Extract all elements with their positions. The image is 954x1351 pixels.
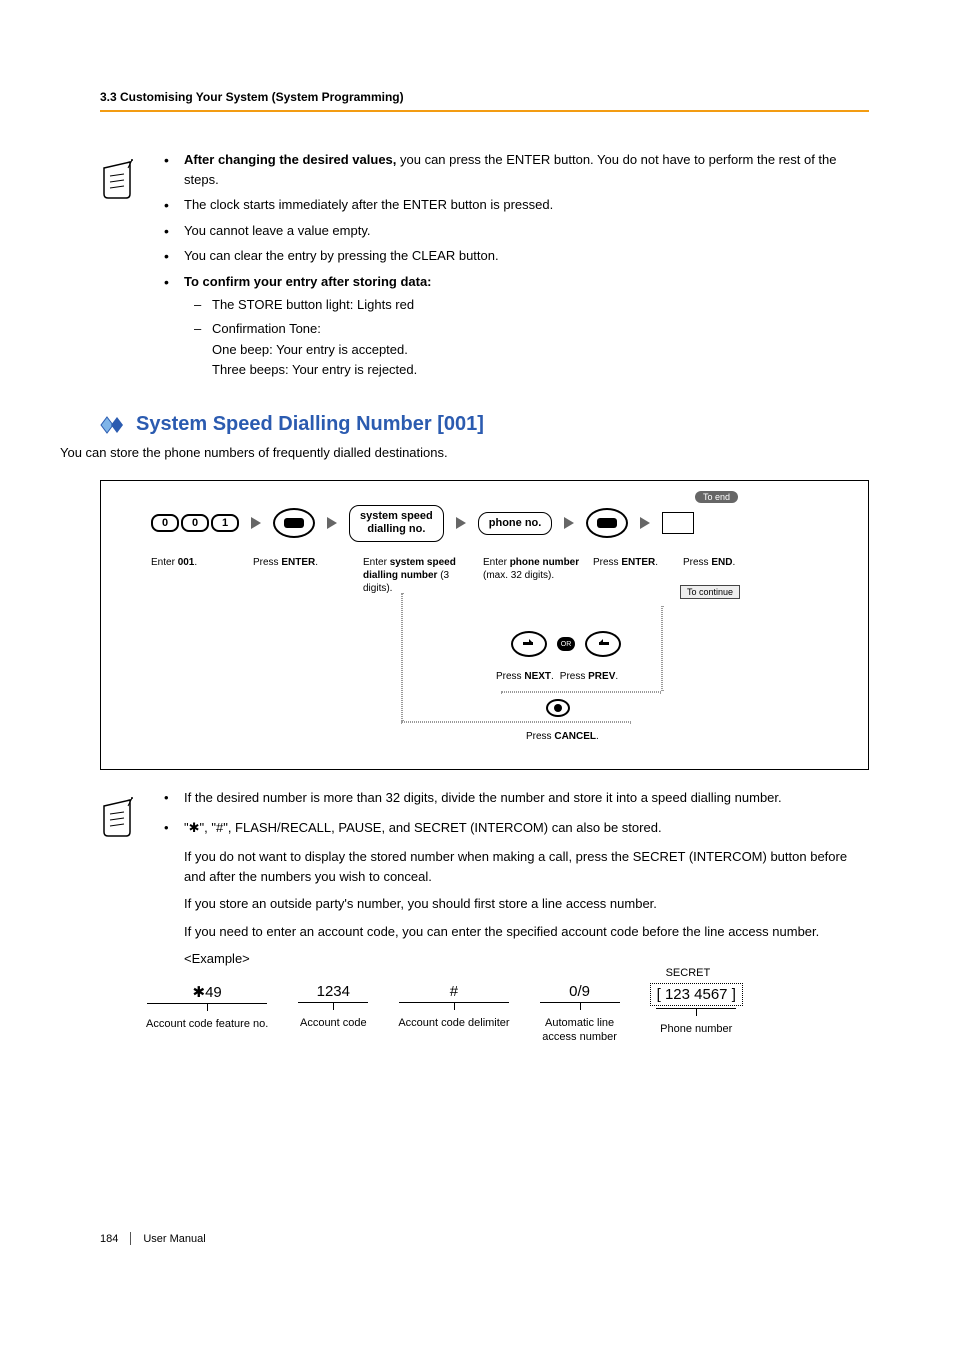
note2-para2: If you store an outside party's number, … [156,894,869,914]
heading-diamond-icon [100,416,128,434]
end-box [662,512,694,534]
ex-label-1: Account code feature no. [146,1017,268,1031]
notes-block-1: After changing the desired values, you c… [156,150,869,385]
caption-enter-phone: Enter phone number(max. 32 digits). [483,556,583,595]
to-continue-label: To continue [680,585,740,599]
ex-val-4: 0/9 [569,983,590,1000]
ex-val-3: # [450,983,458,1000]
page-number: 184 [100,1233,118,1245]
note-icon [100,792,140,840]
footer-manual-label: User Manual [143,1233,205,1245]
ex-val-2: 1234 [317,983,350,1000]
phone-key-0a: 0 [151,514,179,532]
phone-key-1: 1 [211,514,239,532]
caption-press-next: Press NEXT. [496,671,554,682]
page-header-section: 3.3 Customising Your System (System Prog… [100,90,869,104]
note2-item1: If the desired number is more than 32 di… [156,788,869,808]
flow-diagram: To end To continue 0 0 1 system speeddia… [100,480,869,770]
section-intro: You can store the phone numbers of frequ… [60,444,869,462]
arrow-icon [327,517,337,529]
note1-sub1: The STORE button light: Lights red [184,295,869,315]
arrow-icon [640,517,650,529]
note1-item3: You cannot leave a value empty. [156,221,869,241]
enter-button-icon [273,508,315,538]
section-heading: System Speed Dialling Number [001] [136,413,484,436]
note2-para1: If you do not want to display the stored… [156,847,869,886]
ex-label-5: Phone number [660,1022,732,1036]
note1-item2: The clock starts immediately after the E… [156,195,869,215]
flow-box-ssd: system speeddialling no. [349,505,444,541]
caption-enter-001: Enter 001. [151,556,243,595]
note2-item2: "✱", "#", FLASH/RECALL, PAUSE, and SECRE… [156,818,869,838]
arrow-icon [564,517,574,529]
to-end-label: To end [695,491,738,503]
secret-box: [ 123 4567 ] [650,983,743,1006]
note1-item1: After changing the desired values, you c… [156,150,869,189]
flow-box-phone: phone no. [478,512,553,535]
keypad-001: 0 0 1 [151,514,239,532]
or-badge: OR [557,637,575,651]
ex-val-1: ✱49 [193,983,222,1001]
note2-para3: If you need to enter an account code, yo… [156,922,869,942]
note1-sub2b: Three beeps: Your entry is rejected. [212,360,869,380]
note1-sub2a: One beep: Your entry is accepted. [212,340,869,360]
next-button-icon [511,631,547,657]
notes-block-2: If the desired number is more than 32 di… [156,788,869,1044]
note1-item5: To confirm your entry after storing data… [156,272,869,380]
caption-press-cancel: Press CANCEL. [526,731,599,742]
caption-press-enter2: Press ENTER. [593,556,673,595]
ex-label-2: Account code [300,1016,367,1030]
example-label: <Example> [156,949,869,969]
prev-button-icon [585,631,621,657]
caption-enter-ssd: Enter system speed dialling number (3 di… [363,556,473,595]
header-divider [100,110,869,112]
secret-label: SECRET [666,967,711,979]
caption-press-enter: Press ENTER. [253,556,353,595]
phone-key-0b: 0 [181,514,209,532]
note1-item4: You can clear the entry by pressing the … [156,246,869,266]
ex-label-3: Account code delimiter [398,1016,509,1030]
caption-press-prev: Press PREV. [560,671,618,682]
ex-label-4: Automatic line access number [542,1016,617,1045]
example-row: ✱49 Account code feature no. 1234 Accoun… [146,983,869,1045]
note-icon [100,154,140,202]
arrow-icon [456,517,466,529]
arrow-icon [251,517,261,529]
cancel-button-icon [546,699,570,717]
enter-button-icon-2 [586,508,628,538]
page-footer: 184 User Manual [100,1232,206,1245]
note1-sub2: Confirmation Tone: One beep: Your entry … [184,319,869,380]
